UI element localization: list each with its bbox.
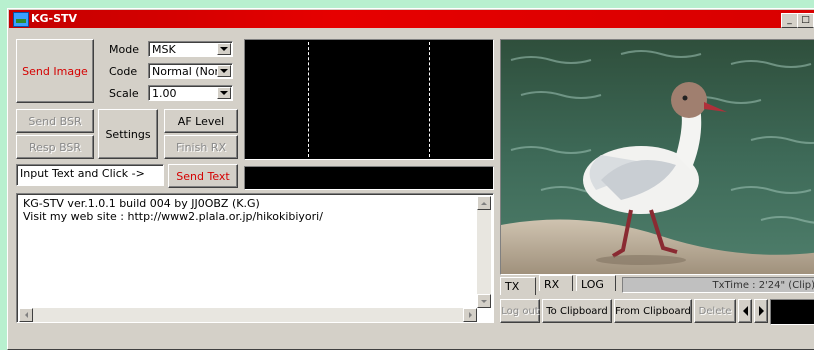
seagull-image bbox=[501, 40, 814, 274]
scale-select[interactable]: 1.00 bbox=[148, 85, 233, 101]
scroll-down-icon[interactable] bbox=[477, 294, 491, 308]
scroll-up-icon[interactable] bbox=[477, 196, 491, 210]
mode-label: Mode bbox=[109, 43, 139, 56]
af-level-button[interactable]: AF Level bbox=[164, 109, 238, 133]
tab-tx[interactable]: TX bbox=[500, 277, 536, 295]
send-bsr-button[interactable]: Send BSR bbox=[16, 109, 94, 133]
triangle-right-icon bbox=[758, 306, 764, 316]
log-line: KG-STV ver.1.0.1 build 004 by JJ0OBZ (K.… bbox=[23, 197, 260, 210]
message-input[interactable]: Input Text and Click -> bbox=[16, 164, 164, 186]
text-display bbox=[244, 166, 494, 190]
code-select[interactable]: Normal (Non) bbox=[148, 63, 233, 79]
code-label: Code bbox=[109, 65, 138, 78]
tab-log[interactable]: LOG bbox=[576, 275, 616, 291]
log-textarea[interactable]: KG-STV ver.1.0.1 build 004 by JJ0OBZ (K.… bbox=[16, 193, 494, 323]
resp-bsr-button[interactable]: Resp BSR bbox=[16, 135, 94, 159]
code-value: Normal (Non) bbox=[152, 65, 226, 78]
delete-button[interactable]: Delete bbox=[694, 299, 736, 323]
chevron-down-icon[interactable] bbox=[217, 65, 231, 77]
log-hscrollbar[interactable] bbox=[19, 308, 477, 322]
chevron-down-icon[interactable] bbox=[217, 43, 231, 55]
finish-rx-button[interactable]: Finish RX bbox=[164, 135, 238, 159]
log-out-button[interactable]: Log out bbox=[500, 299, 540, 323]
next-arrow-button[interactable] bbox=[754, 299, 768, 323]
settings-button[interactable]: Settings bbox=[98, 109, 158, 159]
log-line: Visit my web site : http://www2.plala.or… bbox=[23, 210, 323, 223]
waveform-display bbox=[244, 39, 494, 160]
tx-time-status: TxTime : 2'24" (Clip) bbox=[622, 277, 814, 293]
mode-value: MSK bbox=[152, 43, 176, 56]
log-scrollbar[interactable] bbox=[477, 196, 491, 308]
title-bar[interactable]: KG-STV _ □ X bbox=[9, 10, 814, 28]
app-icon bbox=[13, 12, 29, 27]
scale-value: 1.00 bbox=[152, 87, 177, 100]
send-text-button[interactable]: Send Text bbox=[168, 164, 238, 188]
from-clipboard-button[interactable]: From Clipboard bbox=[614, 299, 692, 323]
triangle-left-icon bbox=[742, 306, 748, 316]
window-title: KG-STV bbox=[31, 12, 78, 25]
scroll-right-icon[interactable] bbox=[463, 308, 477, 322]
scroll-left-icon[interactable] bbox=[19, 308, 33, 322]
prev-arrow-button[interactable] bbox=[738, 299, 752, 323]
chevron-down-icon[interactable] bbox=[217, 87, 231, 99]
waveform-marker-right bbox=[429, 42, 430, 157]
maximize-button[interactable]: □ bbox=[797, 13, 814, 28]
image-preview bbox=[500, 39, 814, 275]
mode-select[interactable]: MSK bbox=[148, 41, 233, 57]
to-clipboard-button[interactable]: To Clipboard bbox=[542, 299, 612, 323]
waveform-marker-left bbox=[308, 42, 309, 157]
tab-rx[interactable]: RX bbox=[539, 275, 573, 291]
thumbnail-strip bbox=[770, 299, 814, 325]
main-window: KG-STV _ □ X Send Image Mode MSK Code No… bbox=[7, 8, 814, 350]
send-image-button[interactable]: Send Image bbox=[16, 39, 94, 103]
scale-label: Scale bbox=[109, 87, 139, 100]
minimize-button[interactable]: _ bbox=[781, 13, 798, 28]
